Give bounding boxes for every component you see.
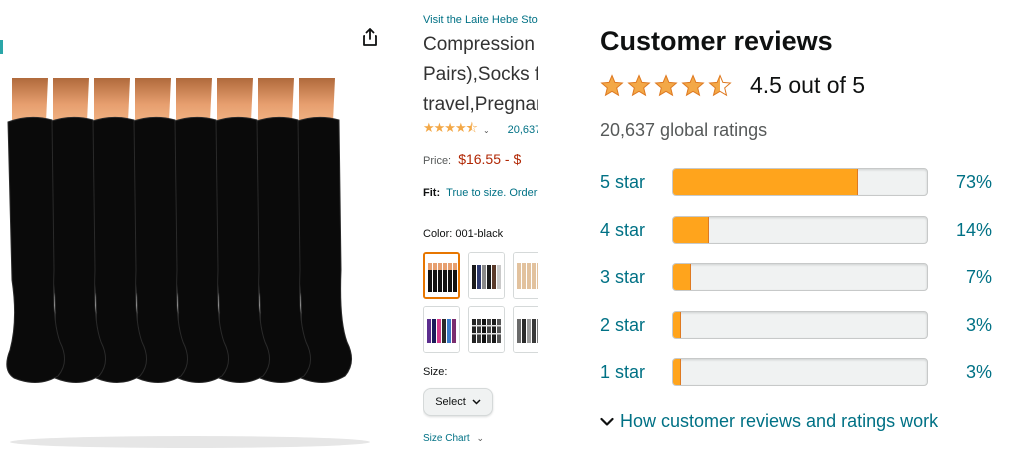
- color-swatch-multicolor-dark[interactable]: [468, 252, 505, 299]
- color-value: 001-black: [455, 228, 504, 240]
- store-link[interactable]: Visit the Laite Hebe Store: [423, 14, 538, 26]
- histogram-percent[interactable]: 3%: [966, 315, 992, 336]
- price-value: $16.55 - $: [458, 151, 522, 167]
- chevron-down-icon: [472, 399, 481, 405]
- histogram-percent[interactable]: 7%: [966, 267, 992, 288]
- histogram-percent[interactable]: 14%: [956, 220, 992, 241]
- size-select-value: Select: [435, 396, 466, 408]
- product-title-line: Pairs),Socks for Women: [423, 64, 538, 85]
- histogram-row[interactable]: 4 star 14%: [600, 215, 1000, 246]
- share-icon: [363, 28, 377, 46]
- product-image[interactable]: [0, 0, 395, 454]
- histogram-percent[interactable]: 3%: [966, 362, 992, 383]
- customer-reviews: Customer reviews 4.5 out of 5 20,637 glo…: [600, 0, 1024, 454]
- histogram-star-label[interactable]: 3 star: [600, 267, 645, 288]
- histogram-bar[interactable]: [672, 168, 928, 196]
- chevron-down-icon: [600, 417, 614, 426]
- global-ratings-count: 20,637 global ratings: [600, 120, 768, 140]
- histogram-bar-fill: [673, 216, 709, 243]
- star-full-icon: [654, 73, 678, 96]
- size-label: Size:: [423, 366, 448, 378]
- histogram-star-label[interactable]: 2 star: [600, 315, 645, 336]
- how-reviews-work-label: How customer reviews and ratings work: [620, 411, 939, 431]
- color-row: Color: 001-black: [423, 228, 503, 240]
- histogram-percent[interactable]: 73%: [956, 172, 992, 193]
- reviews-title: Customer reviews: [600, 26, 833, 56]
- histogram-row[interactable]: 1 star 3%: [600, 358, 1000, 388]
- star-full-icon: [627, 73, 651, 96]
- histogram-bar-fill: [673, 264, 691, 290]
- histogram-star-label[interactable]: 4 star: [600, 220, 645, 241]
- color-swatch-pattern-black[interactable]: [468, 306, 505, 353]
- socks-illustration: [6, 78, 370, 448]
- star-full-icon: [681, 73, 705, 96]
- size-select[interactable]: Select: [423, 388, 493, 416]
- histogram-bar-fill: [673, 311, 681, 338]
- histogram-star-label[interactable]: 5 star: [600, 172, 645, 193]
- product-title-line: Compression Socks (8: [423, 34, 538, 55]
- average-rating-text: 4.5 out of 5: [750, 72, 866, 98]
- color-swatch-black[interactable]: [423, 252, 460, 299]
- histogram-row[interactable]: 2 star 3%: [600, 310, 1000, 341]
- histogram-row[interactable]: 3 star 7%: [600, 263, 1000, 293]
- share-button[interactable]: [355, 22, 385, 52]
- average-rating: 4.5 out of 5: [600, 72, 865, 99]
- image-edge-marker: [0, 40, 3, 54]
- rating-stars-icon: ★★★★⯪: [423, 120, 478, 135]
- size-chart-link[interactable]: Size Chart ⌄: [423, 433, 484, 444]
- fit-value[interactable]: True to size. Order usual size.: [446, 187, 538, 199]
- histogram-bar[interactable]: [672, 310, 928, 339]
- price-row: Price: $16.55 - $: [423, 151, 521, 167]
- average-stars: [600, 73, 732, 98]
- color-swatch-beige[interactable]: [513, 252, 538, 299]
- color-swatch-pattern-gray[interactable]: [513, 306, 538, 353]
- histogram-row[interactable]: 5 star 73%: [600, 168, 1000, 198]
- how-reviews-work-link[interactable]: How customer reviews and ratings work: [600, 411, 938, 432]
- price-label: Price:: [423, 155, 452, 167]
- chevron-down-icon: ⌄: [482, 125, 490, 135]
- buy-box: Visit the Laite Hebe Store Compression S…: [423, 0, 538, 454]
- histogram-bar[interactable]: [672, 358, 928, 386]
- mini-rating[interactable]: ★★★★⯪ ⌄ 20,637: [423, 119, 538, 141]
- histogram-bar-fill: [673, 359, 681, 385]
- chevron-down-icon: ⌄: [476, 433, 485, 443]
- fit-row: Fit: True to size. Order usual size.: [423, 187, 538, 199]
- star-full-icon: [600, 73, 624, 96]
- size-chart-label: Size Chart: [423, 433, 470, 444]
- color-label: Color:: [423, 228, 453, 240]
- star-half-icon: [708, 73, 732, 96]
- fit-label: Fit:: [423, 187, 441, 199]
- histogram-bar[interactable]: [672, 215, 928, 244]
- histogram-bar-fill: [673, 169, 859, 195]
- product-title-line: travel,Pregnancy: [423, 94, 538, 115]
- rating-count-link[interactable]: 20,637: [508, 124, 538, 136]
- histogram-bar[interactable]: [672, 263, 928, 291]
- color-swatch-pattern-purple[interactable]: [423, 306, 460, 353]
- histogram-star-label[interactable]: 1 star: [600, 362, 645, 383]
